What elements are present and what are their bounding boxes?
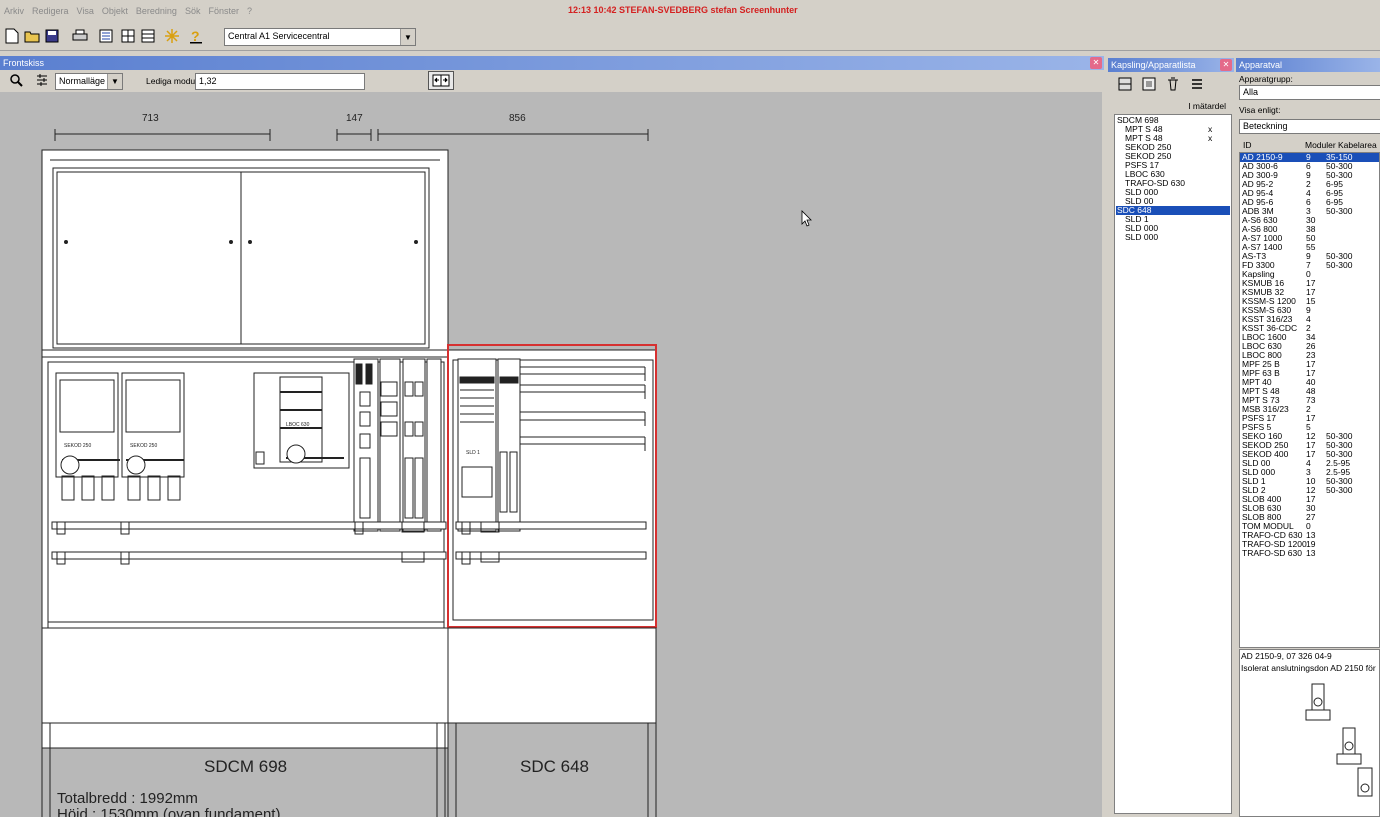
list-view-icon[interactable]: [96, 26, 116, 46]
dimension-line-856: [336, 129, 649, 141]
cabinet-label-sdcm: SDCM 698: [204, 757, 287, 776]
kapsling-list[interactable]: SDCM 698 MPT S 48 x MPT S 48 x SEKOD 250 SEKOD…: [1114, 114, 1232, 814]
apparat-cell: 50-300: [1326, 260, 1353, 270]
kapsling-item[interactable]: SLD 000: [1116, 233, 1230, 242]
menu-beredning[interactable]: Beredning: [136, 6, 177, 16]
menu-objekt[interactable]: Objekt: [102, 6, 128, 16]
svg-text:?: ?: [191, 28, 200, 44]
group-label: Apparatgrupp:: [1239, 74, 1293, 84]
apparat-panel: Apparatval Apparatgrupp: Alla Visa enlig…: [1236, 58, 1380, 817]
properties-icon[interactable]: [34, 72, 50, 88]
group-select-value: Alla: [1243, 87, 1259, 97]
window-title: 12:13 10:42 STEFAN-SVEDBERG stefan Scree…: [568, 5, 798, 15]
module-label-lboc: LBOC 630: [286, 422, 310, 428]
sld-module[interactable]: [457, 358, 497, 532]
dim-label-147: 147: [346, 113, 363, 124]
kapsling-title: Kapsling/Apparatlista: [1111, 60, 1196, 70]
apparat-cell: TRAFO-SD 630: [1242, 548, 1302, 558]
column-header-id: ID: [1243, 140, 1252, 150]
sdcm-plinth: [41, 627, 449, 724]
apparat-list[interactable]: AD 2150-9 9 35-150 AD 300-6 6 50-300 AD 300-9 9…: [1239, 152, 1380, 648]
free-modules-field: 1,32: [195, 73, 365, 90]
view-mode-value: Normalläge: [59, 76, 106, 86]
apparat-titlebar: Apparatval: [1236, 58, 1380, 72]
zoom-icon[interactable]: [8, 72, 24, 88]
trash-icon[interactable]: [1163, 74, 1183, 94]
help-icon[interactable]: ?: [186, 26, 206, 46]
view-label: Visa enligt:: [1239, 105, 1281, 115]
height-text: Höjd : 1530mm (ovan fundament): [57, 806, 280, 817]
connector-preview: [1305, 683, 1373, 797]
apparat-cell: 13: [1306, 548, 1316, 558]
detail-line-1: AD 2150-9, 07 326 04-9: [1241, 651, 1332, 661]
apparat-detail: AD 2150-9, 07 326 04-9 Isolerat anslutni…: [1239, 649, 1380, 817]
dim-label-856: 856: [509, 113, 526, 124]
front-drawing[interactable]: 713 147 856 SEKOD 250 SEKOD 250 LBOC 630…: [0, 92, 1102, 817]
close-icon[interactable]: ✕: [1220, 59, 1232, 71]
frontskiss-title: Frontskiss: [3, 58, 45, 68]
mouse-cursor-icon: [801, 210, 812, 227]
column-header-matardel: I mätardel: [1188, 101, 1226, 111]
view-mode-select[interactable]: Normalläge ▼: [55, 73, 123, 90]
menu-redigera[interactable]: Redigera: [32, 6, 69, 16]
frontskiss-toolbar: Normalläge ▼ Lediga moduler 1,32: [0, 71, 1104, 92]
view-select[interactable]: Beteckning: [1239, 119, 1380, 134]
kapsling-item-name: SLD 000: [1125, 232, 1159, 242]
view-select-value: Beteckning: [1243, 121, 1288, 131]
split-view-icon[interactable]: [428, 71, 454, 90]
close-icon[interactable]: ✕: [1090, 57, 1102, 69]
open-folder-icon[interactable]: [22, 26, 42, 46]
dim-label-713: 713: [142, 113, 159, 124]
apparat-title: Apparatval: [1239, 60, 1283, 70]
free-modules-value: 1,32: [199, 76, 217, 86]
menu-help[interactable]: ?: [247, 6, 252, 16]
total-width-text: Totalbredd : 1992mm: [57, 790, 198, 807]
kapsling-panel: Kapsling/Apparatlista ✕ I mätardel SDCM …: [1108, 58, 1234, 817]
frontskiss-titlebar: Frontskiss ✕: [0, 56, 1104, 70]
apparat-cell: 50-300: [1326, 206, 1353, 216]
module-label-sekod-2: SEKOD 250: [130, 443, 157, 449]
fuse-strip-1[interactable]: [353, 358, 379, 532]
wand-icon[interactable]: [162, 26, 182, 46]
menu-sok[interactable]: Sök: [185, 6, 201, 16]
device-icon[interactable]: [1139, 74, 1159, 94]
module-label-sld: SLD 1: [466, 450, 480, 456]
apparat-cell: 50-300: [1326, 485, 1353, 495]
chevron-down-icon[interactable]: ▼: [107, 74, 122, 89]
central-select-value: Central A1 Servicecentral: [228, 31, 330, 41]
group-select[interactable]: Alla: [1239, 85, 1380, 100]
sdc-plinth: [447, 627, 657, 724]
apparat-row[interactable]: TRAFO-SD 630 13: [1240, 549, 1379, 558]
new-file-icon[interactable]: [2, 26, 22, 46]
column-header-moduler: Moduler: [1305, 140, 1336, 150]
central-select[interactable]: Central A1 Servicecentral ▼: [224, 28, 416, 46]
column-header-kabelarea: Kabelarea: [1338, 140, 1377, 150]
menu-fonster[interactable]: Fönster: [208, 6, 239, 16]
cabinet-label-sdc: SDC 648: [520, 757, 589, 776]
dimension-line-713: [54, 129, 271, 141]
save-icon[interactable]: [42, 26, 62, 46]
grid-view-icon[interactable]: [118, 26, 138, 46]
menu-visa[interactable]: Visa: [77, 6, 94, 16]
print-icon[interactable]: [70, 26, 90, 46]
table-view-icon[interactable]: [138, 26, 158, 46]
module-label-sekod-1: SEKOD 250: [64, 443, 91, 449]
fuse-strip-2[interactable]: [402, 358, 426, 532]
toolbar: ? Central A1 Servicecentral ▼: [0, 23, 1380, 51]
menu-arkiv[interactable]: Arkiv: [4, 6, 24, 16]
kapsling-titlebar: Kapsling/Apparatlista ✕: [1108, 58, 1234, 72]
cabinet-icon[interactable]: [1115, 74, 1135, 94]
menu-bar: Arkiv Redigera Visa Objekt Beredning Sök…: [0, 0, 1380, 22]
chevron-down-icon[interactable]: ▼: [400, 29, 415, 45]
detail-line-2: Isolerat anslutningsdon AD 2150 för: [1241, 663, 1376, 673]
front-drawing-svg: 713 147 856 SEKOD 250 SEKOD 250 LBOC 630…: [41, 113, 812, 817]
kapsling-item-mark: x: [1208, 133, 1213, 143]
list-icon[interactable]: [1187, 74, 1207, 94]
